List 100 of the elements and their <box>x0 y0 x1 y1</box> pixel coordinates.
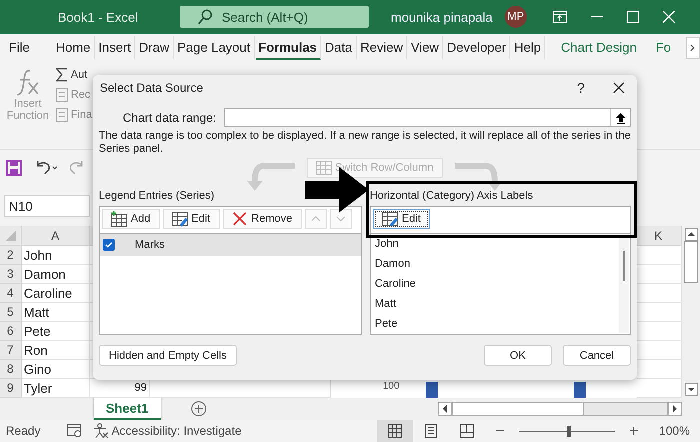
ribbon-tab[interactable]: File <box>6 36 33 60</box>
dialog-title: Select Data Source <box>100 81 204 95</box>
chart-bar <box>574 382 586 398</box>
row-header[interactable]: 9 <box>0 379 22 398</box>
name-box[interactable]: N10 <box>4 195 90 217</box>
zoom-in-icon[interactable] <box>629 426 640 436</box>
row-header[interactable]: 4 <box>0 284 22 303</box>
delete-icon <box>232 211 248 227</box>
edit-button[interactable]: Edit <box>162 209 220 229</box>
table-cell <box>636 265 682 284</box>
help-button[interactable]: ? <box>577 80 585 96</box>
table-cell: Tyler <box>22 379 90 398</box>
chevron-right-icon[interactable] <box>686 37 700 59</box>
row-header[interactable]: 5 <box>0 303 22 322</box>
add-button[interactable]: Add <box>102 209 160 229</box>
status-text: Ready <box>6 424 41 438</box>
field-label: Chart data range: <box>123 110 216 124</box>
remove-button[interactable]: Remove <box>222 209 302 229</box>
command-label[interactable]: Aut <box>71 69 88 81</box>
table-cell: John <box>22 246 90 265</box>
row-header[interactable]: 8 <box>0 360 22 379</box>
table-cell: Ron <box>22 341 90 360</box>
table-cell <box>636 341 682 360</box>
row-header[interactable]: 6 <box>0 322 22 341</box>
column-header[interactable]: A <box>22 226 90 246</box>
add-sheet-icon[interactable] <box>190 401 207 417</box>
scroll-thumb[interactable] <box>684 241 698 283</box>
table-switch-icon <box>316 161 332 175</box>
ribbon-tab[interactable]: Draw <box>136 36 174 60</box>
zoom-level[interactable]: 100% <box>659 424 690 438</box>
ribbon-tab[interactable]: Home <box>52 36 95 60</box>
page-break-icon[interactable] <box>460 424 474 438</box>
table-cell <box>636 284 682 303</box>
table-edit-icon <box>382 211 398 227</box>
ribbon-tab[interactable]: Help <box>511 36 546 60</box>
scroll-left-icon[interactable] <box>438 402 452 416</box>
edit-button[interactable]: Edit <box>372 209 430 229</box>
ribbon-tab[interactable]: Developer <box>444 36 510 60</box>
scroll-thumb[interactable] <box>453 403 584 415</box>
sigma-icon[interactable] <box>56 68 68 82</box>
macro-icon[interactable] <box>66 424 83 438</box>
accessibility-icon[interactable] <box>92 423 109 439</box>
page-layout-icon[interactable] <box>424 424 438 438</box>
table-cell <box>636 322 682 341</box>
table-add-icon <box>111 211 127 227</box>
checkbox[interactable] <box>103 239 115 251</box>
chevron-up-icon <box>310 216 321 222</box>
maximize-icon[interactable] <box>626 11 639 23</box>
accessibility-status[interactable]: Accessibility: Investigate <box>112 424 242 438</box>
table-cell: Caroline <box>22 284 90 303</box>
scroll-down-icon[interactable] <box>684 383 698 396</box>
table-cell: Matt <box>22 303 90 322</box>
scroll-right-icon[interactable] <box>668 402 682 416</box>
hidden-empty-cells-button[interactable]: Hidden and Empty Cells <box>99 345 238 366</box>
normal-view-icon[interactable] <box>388 424 402 438</box>
column-header[interactable]: K <box>636 226 682 246</box>
ribbon-tab[interactable]: Review <box>358 36 408 60</box>
save-icon[interactable] <box>6 160 22 176</box>
panel-label: Horizontal (Category) Axis Labels <box>370 190 534 203</box>
axis-label-item[interactable]: John <box>370 234 630 254</box>
table-cell: Pete <box>22 322 90 341</box>
chart-bar <box>426 382 438 398</box>
row-header[interactable]: 7 <box>0 341 22 360</box>
table-cell: Gino <box>22 360 90 379</box>
dialog-button[interactable]: Cancel <box>563 345 631 366</box>
ribbon-tab[interactable]: View <box>408 36 444 60</box>
ribbon-tab[interactable]: Data <box>322 36 356 60</box>
ribbon-tab[interactable]: Chart Design <box>558 36 640 60</box>
user-avatar[interactable]: MP <box>504 6 527 28</box>
user-name: mounika pinapala <box>391 10 493 24</box>
sheet-tab[interactable]: Sheet1 <box>94 398 161 420</box>
ribbon-tab[interactable]: Page Layout <box>174 36 255 60</box>
window-title: Book1 - Excel <box>58 10 140 24</box>
axis-label-item[interactable]: Damon <box>370 254 630 274</box>
table-cell <box>636 303 682 322</box>
row-header[interactable]: 2 <box>0 246 22 265</box>
info-message: The data range is too complex to be displayed. If a new range is selected, it will replace all of the series in the Series panel. <box>99 130 631 156</box>
search-field[interactable]: Search (Alt+Q) <box>180 6 369 28</box>
zoom-slider-thumb[interactable] <box>567 426 572 436</box>
range-field[interactable] <box>224 108 631 127</box>
table-cell: 99 <box>90 379 150 398</box>
scrollbar[interactable] <box>619 235 629 333</box>
ribbon-tab[interactable]: Insert <box>96 36 136 60</box>
ribbon-tab[interactable]: Fo <box>652 36 674 60</box>
table-cell: Damon <box>22 265 90 284</box>
axis-label-item[interactable]: Caroline <box>370 274 630 294</box>
ribbon-display-icon[interactable] <box>552 11 567 23</box>
close-icon[interactable] <box>613 82 625 94</box>
axis-label: 100 <box>383 381 400 392</box>
upload-arrow-icon <box>616 112 626 124</box>
ribbon-tab[interactable]: Formulas <box>256 36 322 60</box>
axis-label-item[interactable]: Matt <box>370 294 630 314</box>
dialog-button[interactable]: OK <box>484 345 552 366</box>
series-item[interactable]: Marks <box>100 234 361 256</box>
panel-label: Legend Entries (Series) <box>99 190 216 203</box>
chevron-down-icon <box>336 216 346 222</box>
row-header[interactable]: 3 <box>0 265 22 284</box>
axis-label-item[interactable]: Pete <box>370 314 630 334</box>
table-cell <box>636 246 682 265</box>
scroll-up-icon[interactable] <box>684 228 698 241</box>
